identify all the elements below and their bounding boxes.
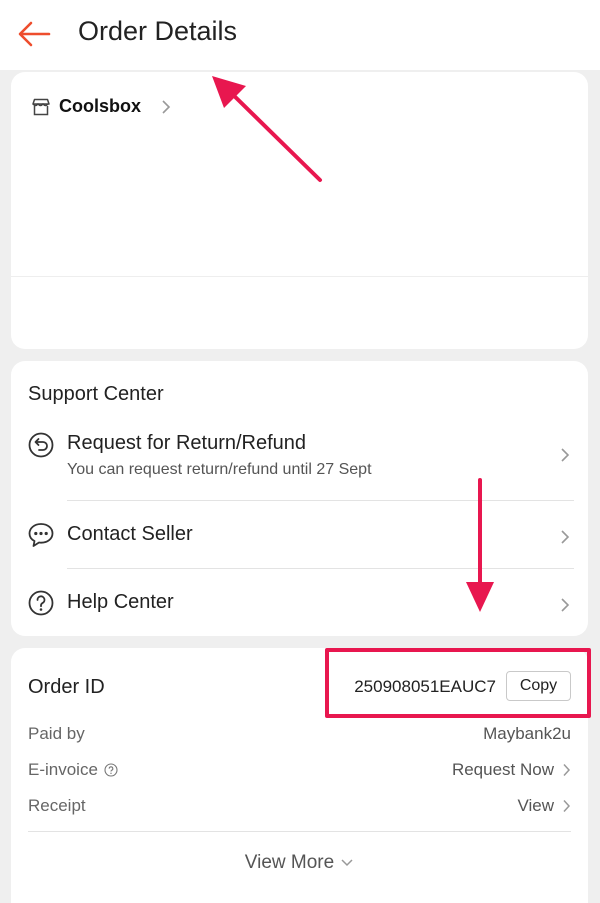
page-title: Order Details <box>78 16 238 46</box>
support-item-contact-seller[interactable]: Contact Seller <box>11 519 588 559</box>
divider <box>28 831 571 832</box>
chevron-down-icon <box>341 859 353 867</box>
divider <box>67 500 574 501</box>
detail-value: Request Now <box>451 760 554 779</box>
support-item-label: Request for Return/Refund <box>67 432 307 454</box>
receipt-row[interactable]: Receipt View <box>28 796 571 818</box>
back-arrow-icon <box>18 21 51 47</box>
detail-key: E-invoice <box>28 760 98 779</box>
e-invoice-row[interactable]: E-invoice Request Now <box>28 760 571 782</box>
help-icon <box>28 590 54 616</box>
order-id-label: Order ID <box>28 676 105 698</box>
shop-icon <box>32 98 50 115</box>
chat-icon <box>28 523 54 547</box>
help-icon[interactable] <box>104 763 118 777</box>
support-item-label: Contact Seller <box>67 523 193 545</box>
view-more-button[interactable]: View More <box>11 852 588 874</box>
chevron-right-icon <box>561 598 570 612</box>
support-item-help-center[interactable]: Help Center <box>11 587 588 627</box>
top-bar: Order Details <box>0 0 600 70</box>
detail-key: Receipt <box>28 796 86 815</box>
shop-link[interactable]: Coolsbox <box>31 96 171 117</box>
detail-key: Paid by <box>28 724 85 743</box>
chevron-right-icon <box>563 799 571 813</box>
chevron-right-icon <box>162 99 171 114</box>
divider <box>11 276 588 277</box>
paid-by-row: Paid by Maybank2u <box>28 724 571 746</box>
chevron-right-icon <box>561 448 570 462</box>
support-title: Support Center <box>28 383 164 405</box>
highlight-box <box>325 648 591 718</box>
detail-value: Maybank2u <box>483 724 571 743</box>
support-item-subtitle: You can request return/refund until 27 S… <box>67 461 372 478</box>
back-button[interactable] <box>14 14 54 54</box>
support-item-return-refund[interactable]: Request for Return/Refund You can reques… <box>11 429 588 499</box>
support-center-card: Support Center Request for Return/Refund… <box>11 361 588 636</box>
divider <box>67 568 574 569</box>
view-more-label: View More <box>244 852 335 873</box>
detail-value-wrap[interactable]: Request Now <box>452 760 571 780</box>
return-icon <box>28 432 54 458</box>
support-item-label: Help Center <box>67 591 174 613</box>
chevron-right-icon <box>561 530 570 544</box>
detail-value: View <box>517 796 554 815</box>
detail-key-wrap: E-invoice <box>28 760 118 780</box>
detail-value-wrap[interactable]: View <box>517 796 571 816</box>
chevron-right-icon <box>563 763 571 777</box>
shop-name: Coolsbox <box>59 96 142 116</box>
shop-card: Coolsbox <box>11 72 588 349</box>
